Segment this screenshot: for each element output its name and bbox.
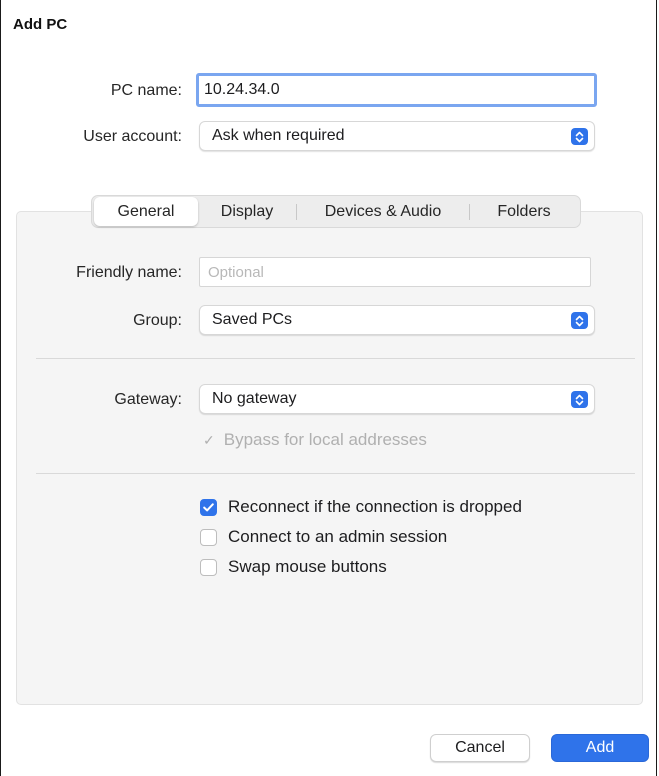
admin-session-label: Connect to an admin session bbox=[228, 527, 448, 546]
gateway-value: No gateway bbox=[212, 390, 297, 407]
group-label: Group: bbox=[133, 312, 182, 329]
dialog-title: Add PC bbox=[13, 16, 68, 33]
pc-name-value: 10.24.34.0 bbox=[204, 81, 280, 98]
checkmark-icon: ✓ bbox=[203, 431, 215, 448]
bypass-local-label: Bypass for local addresses bbox=[223, 430, 427, 449]
friendly-name-field[interactable]: Optional bbox=[199, 257, 591, 287]
tab-devices-audio[interactable]: Devices & Audio bbox=[297, 197, 469, 226]
group-select[interactable]: Saved PCs bbox=[199, 305, 595, 335]
tab-general[interactable]: General bbox=[94, 197, 198, 226]
tab-display[interactable]: Display bbox=[198, 197, 296, 226]
reconnect-checkbox[interactable]: Reconnect if the connection is dropped bbox=[200, 497, 522, 517]
add-pc-dialog: Add PC PC name: 10.24.34.0 User account:… bbox=[0, 0, 657, 776]
user-account-select[interactable]: Ask when required bbox=[199, 121, 595, 151]
user-account-value: Ask when required bbox=[212, 127, 345, 144]
group-value: Saved PCs bbox=[212, 311, 293, 328]
user-account-label: User account: bbox=[83, 128, 182, 145]
pc-name-field[interactable]: 10.24.34.0 bbox=[196, 73, 597, 107]
checkbox-unchecked-icon bbox=[200, 558, 217, 576]
pc-name-label: PC name: bbox=[110, 82, 182, 99]
swap-mouse-checkbox[interactable]: Swap mouse buttons bbox=[200, 557, 387, 577]
admin-session-checkbox[interactable]: Connect to an admin session bbox=[200, 527, 447, 547]
section-divider bbox=[36, 473, 635, 474]
add-button[interactable]: Add bbox=[551, 734, 649, 762]
checkbox-checked-icon bbox=[200, 498, 217, 516]
checkbox-unchecked-icon bbox=[200, 528, 217, 546]
friendly-name-placeholder: Optional bbox=[208, 263, 264, 281]
gateway-label: Gateway: bbox=[114, 391, 182, 408]
chevron-updown-icon bbox=[571, 128, 588, 145]
cancel-button[interactable]: Cancel bbox=[430, 734, 530, 762]
swap-mouse-label: Swap mouse buttons bbox=[228, 557, 387, 576]
reconnect-label: Reconnect if the connection is dropped bbox=[228, 497, 522, 516]
section-divider bbox=[36, 358, 635, 359]
friendly-name-label: Friendly name: bbox=[76, 264, 182, 281]
chevron-updown-icon bbox=[571, 312, 588, 329]
chevron-updown-icon bbox=[571, 391, 588, 408]
gateway-select[interactable]: No gateway bbox=[199, 384, 595, 414]
tab-bar: General Display Devices & Audio Folders bbox=[91, 195, 581, 228]
tab-folders[interactable]: Folders bbox=[470, 197, 578, 226]
bypass-local-checkbox[interactable]: ✓ Bypass for local addresses bbox=[201, 430, 427, 450]
